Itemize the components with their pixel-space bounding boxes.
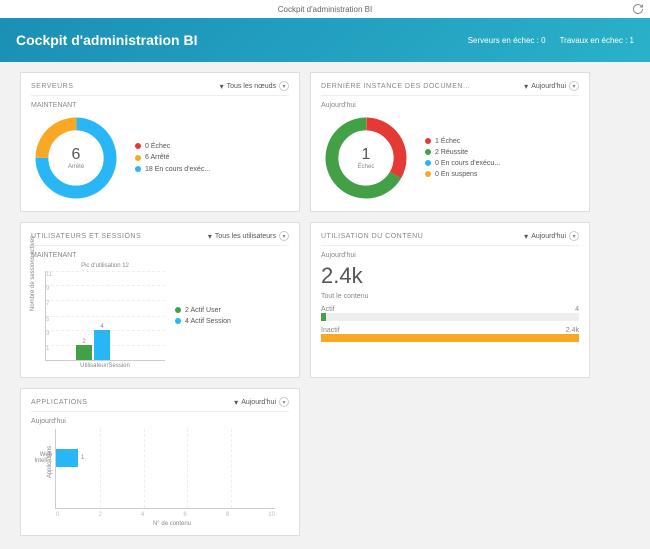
card-title: UTILISATION DU CONTENU (321, 233, 423, 240)
chevron-down-icon: ▾ (279, 81, 289, 91)
chevron-down-icon: ▾ (569, 81, 579, 91)
legend-item: 2 Actif User (175, 305, 231, 316)
subheading: MAINTENANT (31, 252, 289, 259)
hbar-category: Web Intell... (22, 452, 52, 464)
hbar-value: 1 (81, 455, 84, 461)
stat-jobs-fail: Travaux en échec : 1 (560, 36, 634, 45)
subheading: Aujourd'hui (321, 102, 579, 109)
filter-dropdown[interactable]: ▾ Aujourd'hui ▾ (234, 397, 289, 407)
bar-chart: Nombre de sessions actives 11 9 7 5 3 1 … (45, 271, 165, 361)
subheading: MAINTENANT (31, 102, 289, 109)
card-title: DERNIÈRE INSTANCE DES DOCUMEN... (321, 83, 470, 90)
filter-icon: ▾ (220, 82, 224, 91)
content: SERVEURS ▾ Tous les nœuds ▾ MAINTENANT 6… (0, 62, 650, 546)
legend-item: 6 Arrêté (135, 152, 210, 163)
filter-icon: ▾ (234, 398, 238, 407)
legend-item: 1 Échec (425, 136, 500, 147)
x-axis-label: N° de contenu (55, 521, 289, 527)
stat-servers-fail: Serveurs en échec : 0 (468, 36, 546, 45)
donut-label: Échec (358, 164, 375, 170)
filter-icon: ▾ (524, 232, 528, 241)
chevron-down-icon: ▾ (569, 231, 579, 241)
donut-value: 6 (68, 146, 84, 164)
x-axis-label: Utilisateur/Session (45, 363, 165, 369)
card-applications: APPLICATIONS ▾ Aujourd'hui ▾ Aujourd'hui… (20, 388, 300, 536)
bar-active: Actif4 (321, 306, 579, 321)
header-stats: Serveurs en échec : 0 Travaux en échec :… (468, 36, 634, 45)
topbar-title: Cockpit d'administration BI (278, 5, 372, 14)
subheading: Aujourd'hui (321, 252, 579, 259)
legend-item: 4 Actif Session (175, 316, 231, 327)
filter-dropdown[interactable]: ▾ Tous les utilisateurs ▾ (208, 231, 289, 241)
card-documents: DERNIÈRE INSTANCE DES DOCUMEN... ▾ Aujou… (310, 72, 590, 212)
legend: 2 Actif User 4 Actif Session (175, 305, 231, 327)
card-users-sessions: UTILISATEURS ET SESSIONS ▾ Tous les util… (20, 222, 300, 378)
card-servers: SERVEURS ▾ Tous les nœuds ▾ MAINTENANT 6… (20, 72, 300, 212)
card-title: SERVEURS (31, 83, 73, 90)
big-number-sub: Tout le contenu (321, 293, 579, 300)
donut-label: Arrêté (68, 164, 84, 170)
bar-inactive: Inactif2.4k (321, 327, 579, 342)
card-title: APPLICATIONS (31, 399, 87, 406)
legend-item: 0 Échec (135, 141, 210, 152)
donut-chart: 6 Arrêté (31, 113, 121, 203)
card-content-usage: UTILISATION DU CONTENU ▾ Aujourd'hui ▾ A… (310, 222, 590, 378)
hbar-chart: Applications Web Intell... 1 0246810 (55, 429, 275, 509)
chevron-down-icon: ▾ (279, 231, 289, 241)
peak-label: Pic d'utilisation 12 (45, 263, 165, 269)
big-number: 2.4k (321, 263, 579, 289)
legend: 1 Échec 2 Réussite 0 En cours d'exécu...… (425, 136, 500, 181)
chevron-down-icon: ▾ (279, 397, 289, 407)
filter-icon: ▾ (524, 82, 528, 91)
subheading: Aujourd'hui (31, 418, 289, 425)
legend: 0 Échec 6 Arrêté 18 En cours d'exéc... (135, 141, 210, 175)
x-ticks: 0246810 (56, 512, 275, 518)
card-title: UTILISATEURS ET SESSIONS (31, 233, 141, 240)
legend-item: 0 En suspens (425, 169, 500, 180)
header: Cockpit d'administration BI Serveurs en … (0, 18, 650, 62)
filter-dropdown[interactable]: ▾ Tous les nœuds ▾ (220, 81, 289, 91)
filter-icon: ▾ (208, 232, 212, 241)
filter-dropdown[interactable]: ▾ Aujourd'hui ▾ (524, 231, 579, 241)
filter-dropdown[interactable]: ▾ Aujourd'hui ▾ (524, 81, 579, 91)
page-title: Cockpit d'administration BI (16, 32, 197, 48)
legend-item: 0 En cours d'exécu... (425, 158, 500, 169)
donut-value: 1 (358, 146, 375, 164)
topbar: Cockpit d'administration BI (0, 0, 650, 18)
legend-item: 18 En cours d'exéc... (135, 164, 210, 175)
y-axis-label: Nombre de sessions actives (30, 236, 36, 311)
refresh-icon[interactable] (632, 3, 644, 17)
donut-chart: 1 Échec (321, 113, 411, 203)
legend-item: 2 Réussite (425, 147, 500, 158)
